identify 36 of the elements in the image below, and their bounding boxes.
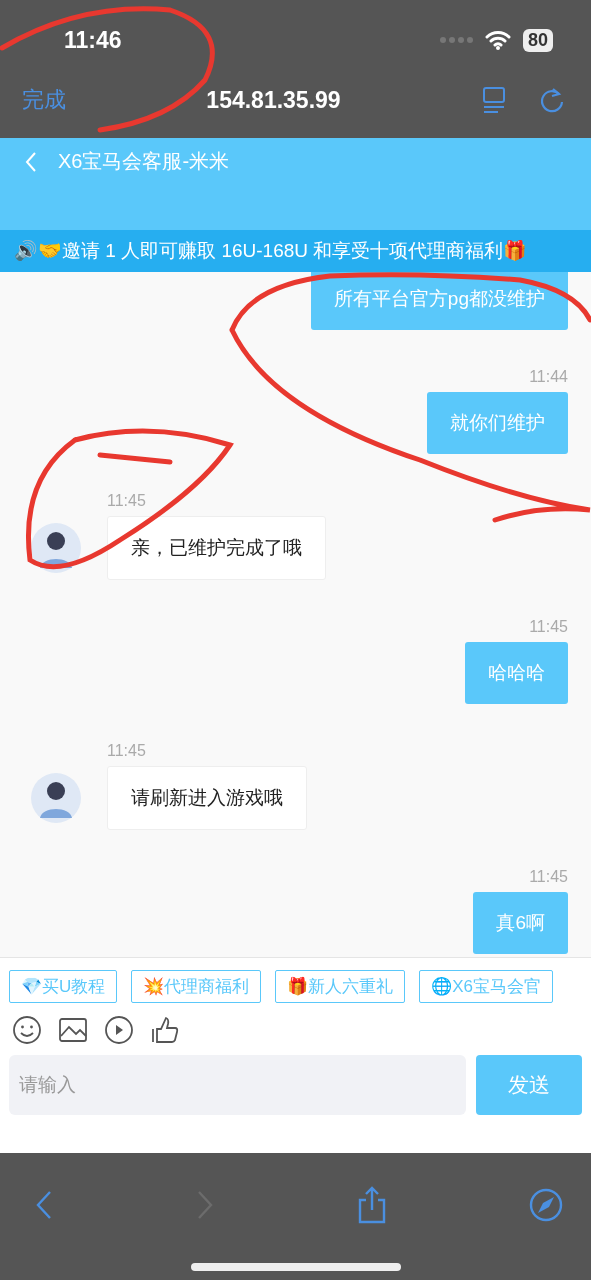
thumbs-up-icon[interactable] bbox=[150, 1015, 180, 1045]
reload-icon[interactable] bbox=[539, 86, 565, 114]
back-icon[interactable] bbox=[24, 150, 38, 173]
quick-reply-button[interactable]: 🌐X6宝马会官 bbox=[419, 970, 554, 1003]
message-bubble: 所有平台官方pg都没维护 bbox=[310, 272, 568, 330]
message-bubble: 请刷新进入游戏哦 bbox=[107, 766, 307, 830]
done-button[interactable]: 完成 bbox=[22, 85, 66, 115]
avatar-silhouette-icon bbox=[30, 772, 82, 824]
message-bubble: 真6啊 bbox=[473, 892, 568, 954]
message-time: 11:45 bbox=[107, 492, 146, 510]
message-time: 11:45 bbox=[107, 742, 146, 760]
message-time: 11:45 bbox=[529, 868, 568, 886]
compass-icon[interactable] bbox=[529, 1188, 563, 1222]
reader-icon[interactable] bbox=[481, 86, 507, 114]
message-bubble: 就你们维护 bbox=[427, 392, 568, 454]
message-time: 11:44 bbox=[529, 368, 568, 386]
quick-reply-button[interactable]: 💎买U教程 bbox=[9, 970, 118, 1003]
message-input[interactable]: 请输入 bbox=[9, 1055, 466, 1115]
promo-text: 🔊🤝邀请 1 人即可赚取 16U-168U 和享受十项代理商福利🎁 bbox=[14, 239, 528, 263]
smiley-icon[interactable] bbox=[12, 1015, 42, 1045]
message-time: 11:45 bbox=[529, 618, 568, 636]
image-icon[interactable] bbox=[58, 1015, 88, 1045]
play-icon[interactable] bbox=[104, 1015, 134, 1045]
message-bubble: 哈哈哈 bbox=[465, 642, 568, 704]
wifi-icon bbox=[484, 30, 511, 50]
address-text: 154.81.35.99 bbox=[206, 86, 341, 114]
message-bubble: 亲，已维护完成了哦 bbox=[107, 516, 326, 580]
quick-reply-button[interactable]: 🎁新人六重礼 bbox=[275, 970, 406, 1003]
status-time: 11:46 bbox=[64, 26, 122, 54]
quick-reply-button[interactable]: 💥代理商福利 bbox=[131, 970, 262, 1003]
share-icon[interactable] bbox=[356, 1186, 388, 1224]
avatar-silhouette-icon bbox=[30, 522, 82, 574]
battery-level: 80 bbox=[522, 28, 553, 52]
send-button[interactable]: 发送 bbox=[476, 1055, 582, 1115]
signal-icon bbox=[438, 36, 473, 44]
chat-title: X6宝马会客服-米米 bbox=[58, 149, 230, 174]
